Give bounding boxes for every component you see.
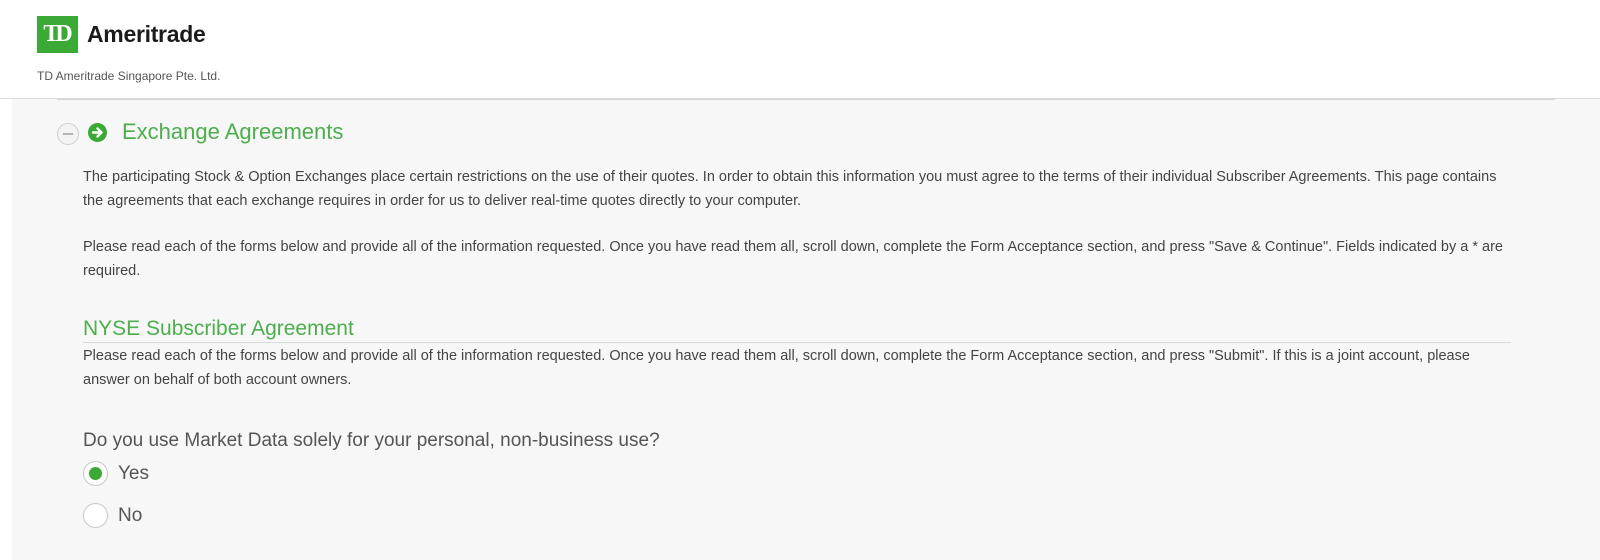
radio-unselected-icon[interactable] bbox=[83, 503, 108, 528]
personal-use-question: Do you use Market Data solely for your p… bbox=[83, 430, 660, 451]
brand-name: Ameritrade bbox=[87, 21, 206, 47]
arrow-circle-right-icon bbox=[88, 123, 107, 142]
site-header: TD Ameritrade TD Ameritrade Singapore Pt… bbox=[0, 0, 1600, 99]
exchange-agreements-panel: Exchange Agreements The participating St… bbox=[12, 99, 1600, 560]
entity-name: TD Ameritrade Singapore Pte. Ltd. bbox=[37, 69, 221, 83]
td-ameritrade-logo[interactable]: TD Ameritrade bbox=[37, 16, 206, 53]
radio-label-no: No bbox=[118, 504, 143, 526]
radio-selected-icon[interactable] bbox=[83, 461, 108, 486]
radio-option-yes[interactable]: Yes bbox=[83, 461, 149, 486]
section-title: Exchange Agreements bbox=[122, 119, 344, 144]
agreement-title: NYSE Subscriber Agreement bbox=[83, 317, 354, 340]
radio-label-yes: Yes bbox=[118, 462, 149, 484]
collapse-icon[interactable] bbox=[57, 123, 79, 145]
radio-option-no[interactable]: No bbox=[83, 503, 142, 528]
divider bbox=[57, 99, 1555, 100]
intro-paragraph-2: Please read each of the forms below and … bbox=[83, 239, 1503, 279]
td-logo-mark: TD bbox=[37, 16, 78, 53]
agreement-text: Please read each of the forms below and … bbox=[83, 348, 1470, 388]
intro-paragraph-1: The participating Stock & Option Exchang… bbox=[83, 169, 1497, 209]
agreement-divider bbox=[83, 342, 1511, 343]
